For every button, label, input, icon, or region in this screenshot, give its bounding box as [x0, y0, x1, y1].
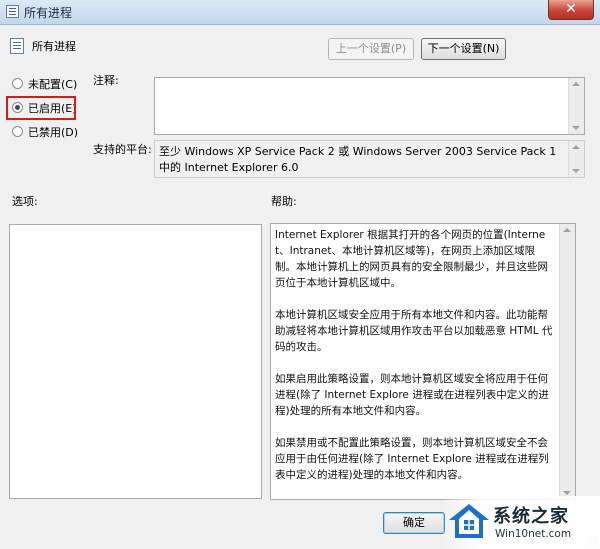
comment-scrollbar[interactable] — [568, 78, 584, 134]
options-pane — [9, 224, 262, 499]
policy-setting-icon — [10, 38, 24, 54]
watermark: 系统之家 Win10net.com — [441, 496, 600, 549]
house-logo-icon — [449, 504, 489, 538]
ok-button[interactable]: 确定 — [383, 512, 445, 534]
scroll-down-arrow-icon[interactable] — [572, 169, 580, 173]
previous-setting-button[interactable]: 上一个设置(P) — [328, 38, 414, 60]
platform-value: 至少 Windows XP Service Pack 2 或 Windows S… — [159, 145, 557, 174]
close-button[interactable]: ✕ — [548, 0, 594, 20]
radio-not-configured-label[interactable]: 未配置(C) — [28, 76, 77, 92]
radio-disabled[interactable] — [12, 126, 23, 137]
scroll-up-arrow-icon[interactable] — [563, 228, 571, 232]
help-scrollbar[interactable] — [559, 224, 575, 499]
enabled-highlight-box — [6, 96, 76, 120]
comment-text — [155, 78, 584, 84]
scroll-down-arrow-icon[interactable] — [572, 126, 580, 130]
comment-label: 注释: — [93, 74, 119, 87]
policy-window-icon — [6, 5, 19, 18]
platform-scrollbar[interactable] — [568, 141, 584, 177]
dialog-body: 所有进程 上一个设置(P) 下一个设置(N) 未配置(C) 已启用(E) 已禁用… — [0, 25, 600, 549]
comment-textarea[interactable] — [154, 77, 585, 135]
help-paragraph: Internet Explorer 根据其打开的各个网页的位置(Internet… — [275, 229, 548, 289]
title-bar: 所有进程 ✕ — [0, 0, 600, 25]
supported-platform-text: 至少 Windows XP Service Pack 2 或 Windows S… — [154, 140, 585, 178]
scroll-up-arrow-icon[interactable] — [572, 145, 580, 149]
help-pane[interactable]: Internet Explorer 根据其打开的各个网页的位置(Internet… — [270, 223, 576, 500]
help-label: 帮助: — [271, 195, 297, 208]
radio-not-configured[interactable] — [12, 78, 23, 89]
scroll-down-arrow-icon[interactable] — [563, 491, 571, 495]
help-paragraph: 如果禁用或不配置此策略设置，则本地计算机区域安全不会应用于由任何进程(除了 In… — [275, 437, 549, 481]
scroll-up-arrow-icon[interactable] — [572, 82, 580, 86]
policy-name: 所有进程 — [32, 40, 76, 53]
watermark-brand: 系统之家 — [493, 506, 569, 527]
supported-on-label: 支持的平台: — [93, 143, 152, 156]
options-label: 选项: — [12, 195, 38, 208]
window-title: 所有进程 — [24, 6, 73, 20]
radio-disabled-label[interactable]: 已禁用(D) — [28, 124, 78, 140]
help-paragraph: 本地计算机区域安全应用于所有本地文件和内容。此功能帮助减轻将本地计算机区域用作攻… — [275, 309, 553, 353]
help-paragraph: 如果启用此策略设置，则本地计算机区域安全将应用于任何进程(除了 Internet… — [275, 373, 549, 417]
next-setting-button[interactable]: 下一个设置(N) — [421, 38, 506, 60]
watermark-url: Win10net.com — [495, 528, 572, 540]
